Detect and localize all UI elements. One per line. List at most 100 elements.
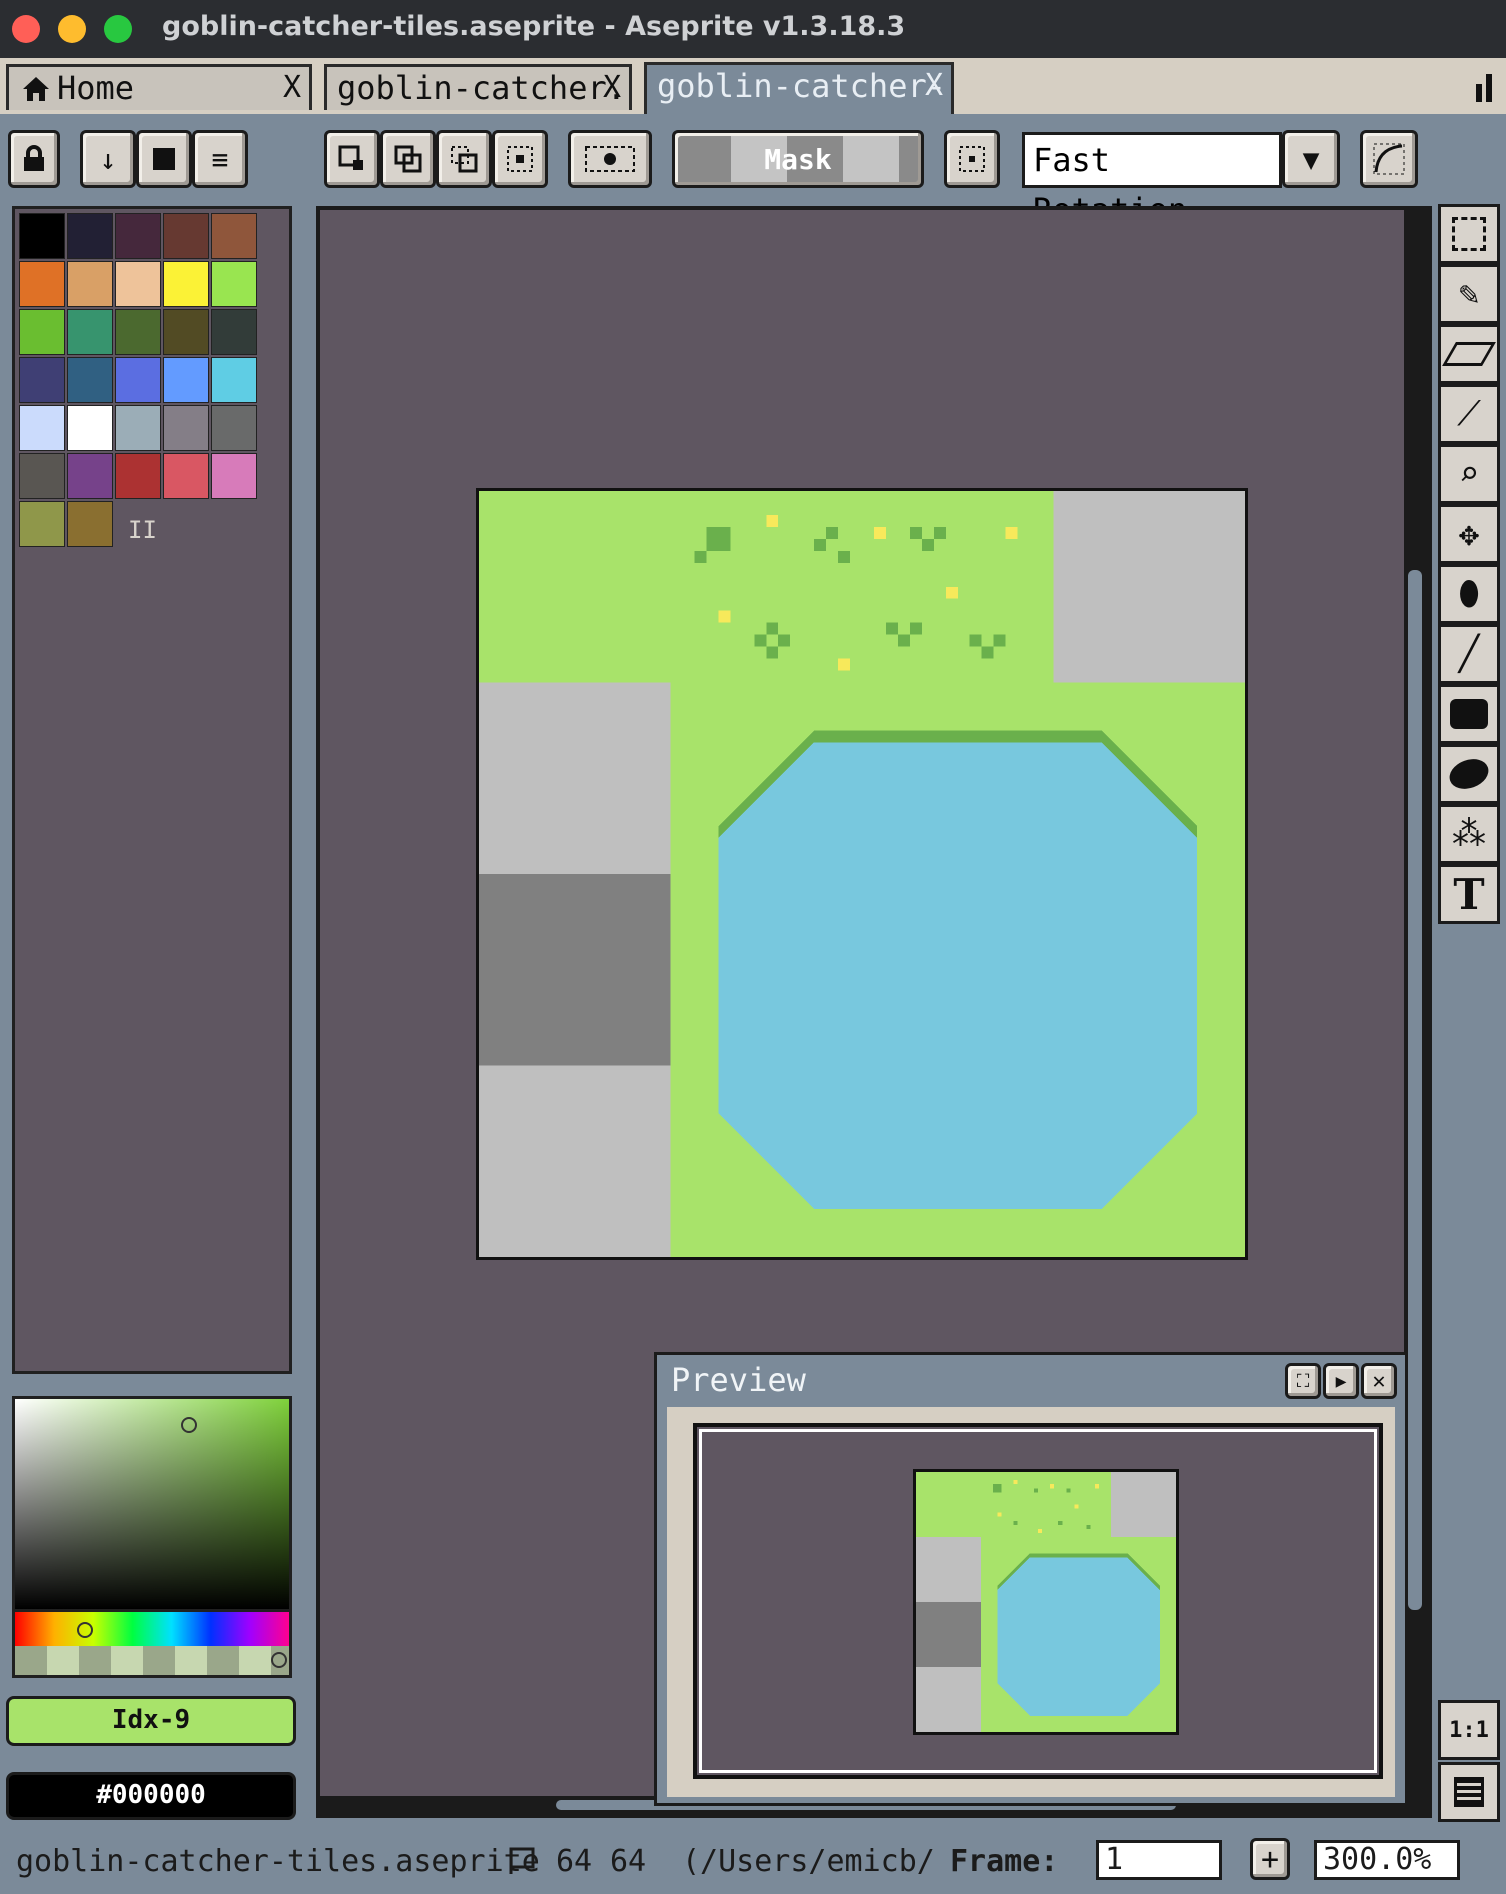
- pivot-button[interactable]: [944, 130, 1000, 188]
- palette-swatch[interactable]: [115, 453, 161, 499]
- tabs-menu-icon[interactable]: [1476, 74, 1496, 102]
- preview-play-button[interactable]: ▶: [1323, 1363, 1359, 1399]
- zoom-window-button[interactable]: [104, 15, 132, 43]
- vertical-scrollbar-thumb[interactable]: [1408, 570, 1422, 1610]
- palette-swatch[interactable]: [115, 213, 161, 259]
- move-tool-button[interactable]: ✥: [1438, 504, 1500, 564]
- tab-goblin-catcher-tiles[interactable]: goblin-catcher- X: [644, 62, 954, 114]
- selection-subtract-button[interactable]: [436, 130, 492, 188]
- selection-subtract-icon: [451, 146, 478, 173]
- palette-swatch[interactable]: [163, 213, 209, 259]
- close-tab-icon[interactable]: X: [603, 67, 621, 109]
- alpha-cursor[interactable]: [271, 1652, 287, 1668]
- zoom-1to1-button[interactable]: 1:1: [1438, 1700, 1500, 1760]
- alpha-slider[interactable]: [12, 1646, 292, 1678]
- rectangle-tool-button[interactable]: [1438, 684, 1500, 744]
- paint-bucket-tool-button[interactable]: ⬮: [1438, 564, 1500, 624]
- palette-swatch[interactable]: [211, 405, 257, 451]
- palette-swatch[interactable]: [115, 309, 161, 355]
- zoom-input[interactable]: 300.0%: [1314, 1840, 1460, 1880]
- tab-home[interactable]: Home X: [6, 64, 312, 110]
- palette-swatch[interactable]: [163, 453, 209, 499]
- menu-button[interactable]: ≡: [192, 130, 248, 188]
- palette-swatch[interactable]: [67, 357, 113, 403]
- blur-tool-button[interactable]: ⁂: [1438, 804, 1500, 864]
- palette-swatch[interactable]: [211, 213, 257, 259]
- palette-swatch[interactable]: [19, 357, 65, 403]
- arrow-down-icon: ↓: [99, 142, 117, 176]
- palette-swatch[interactable]: [19, 405, 65, 451]
- palette-swatch[interactable]: [115, 405, 161, 451]
- hue-slider[interactable]: [12, 1612, 292, 1646]
- move-down-button[interactable]: ↓: [80, 130, 136, 188]
- hue-cursor[interactable]: [77, 1622, 93, 1638]
- background-color-button[interactable]: #000000: [6, 1772, 296, 1820]
- palette-swatch[interactable]: [211, 309, 257, 355]
- palette-swatch[interactable]: [67, 309, 113, 355]
- frame-input[interactable]: 1: [1096, 1840, 1222, 1880]
- stop-button[interactable]: [136, 130, 192, 188]
- selection-add-icon: [394, 145, 422, 173]
- marquee-tool-button[interactable]: [1438, 204, 1500, 264]
- palette-swatch[interactable]: [67, 213, 113, 259]
- contour-tool-button[interactable]: [1438, 744, 1500, 804]
- preview-canvas[interactable]: [693, 1423, 1383, 1779]
- film-strip-icon: [1454, 1777, 1484, 1807]
- palette-swatch[interactable]: [67, 261, 113, 307]
- palette-swatch[interactable]: [67, 501, 113, 547]
- preview-close-button[interactable]: ✕: [1361, 1363, 1397, 1399]
- close-window-button[interactable]: [12, 15, 40, 43]
- selection-intersect-button[interactable]: [492, 130, 548, 188]
- pencil-icon: ✎: [1458, 274, 1480, 314]
- home-icon: [23, 77, 49, 101]
- preview-frame: [667, 1407, 1395, 1797]
- palette-swatch[interactable]: [211, 357, 257, 403]
- text-tool-button[interactable]: T: [1438, 864, 1500, 924]
- palette-swatch[interactable]: [163, 261, 209, 307]
- palette-resize-handle[interactable]: II: [128, 516, 157, 544]
- tab-goblin-catcher[interactable]: goblin-catcher. X: [324, 64, 632, 110]
- palette-swatch[interactable]: [19, 453, 65, 499]
- palette-swatch[interactable]: [163, 309, 209, 355]
- transform-options-button[interactable]: [1360, 130, 1418, 188]
- minimize-window-button[interactable]: [58, 15, 86, 43]
- move-icon: ✥: [1458, 514, 1480, 554]
- palette-swatch[interactable]: [67, 453, 113, 499]
- eraser-tool-button[interactable]: [1438, 324, 1500, 384]
- palette-swatch[interactable]: [163, 405, 209, 451]
- close-tab-icon[interactable]: X: [283, 67, 301, 109]
- selection-add-button[interactable]: [380, 130, 436, 188]
- palette-swatch[interactable]: [211, 453, 257, 499]
- palette-swatch[interactable]: [115, 261, 161, 307]
- selection-replace-button[interactable]: [324, 130, 380, 188]
- palette-swatch[interactable]: [19, 501, 65, 547]
- foreground-color-button[interactable]: Idx-9: [6, 1696, 296, 1746]
- close-tab-icon[interactable]: X: [925, 65, 943, 107]
- pencil-tool-button[interactable]: ✎: [1438, 264, 1500, 324]
- transparent-color-button[interactable]: [568, 130, 652, 188]
- line-tool-button[interactable]: ╱: [1438, 624, 1500, 684]
- fullscreen-icon: ⛶: [1296, 1370, 1310, 1392]
- palette-swatch[interactable]: [163, 357, 209, 403]
- saturation-value-picker[interactable]: [12, 1396, 292, 1612]
- palette-swatch[interactable]: [19, 309, 65, 355]
- timeline-toggle-button[interactable]: [1438, 1762, 1500, 1822]
- palette-swatch[interactable]: [67, 405, 113, 451]
- preview-window[interactable]: Preview ⛶ ▶ ✕: [654, 1352, 1408, 1806]
- sv-cursor[interactable]: [181, 1417, 197, 1433]
- sprite-canvas[interactable]: [476, 488, 1248, 1260]
- palette-swatch[interactable]: [211, 261, 257, 307]
- zoom-tool-button[interactable]: ⌕: [1438, 444, 1500, 504]
- new-frame-button[interactable]: +: [1250, 1838, 1290, 1880]
- window-title: goblin-catcher-tiles.aseprite - Aseprite…: [162, 11, 906, 42]
- palette-swatch[interactable]: [115, 357, 161, 403]
- palette-swatch[interactable]: [19, 261, 65, 307]
- rotation-dropdown-button[interactable]: ▼: [1282, 130, 1340, 188]
- spray-icon: ⁂: [1452, 814, 1486, 854]
- mask-color-button[interactable]: Mask: [672, 130, 924, 188]
- palette-swatch[interactable]: [19, 213, 65, 259]
- lock-button[interactable]: [8, 130, 60, 188]
- rotation-algorithm-select[interactable]: Fast Rotation: [1022, 132, 1282, 229]
- preview-fullscreen-button[interactable]: ⛶: [1285, 1363, 1321, 1399]
- eyedropper-tool-button[interactable]: ⟋: [1438, 384, 1500, 444]
